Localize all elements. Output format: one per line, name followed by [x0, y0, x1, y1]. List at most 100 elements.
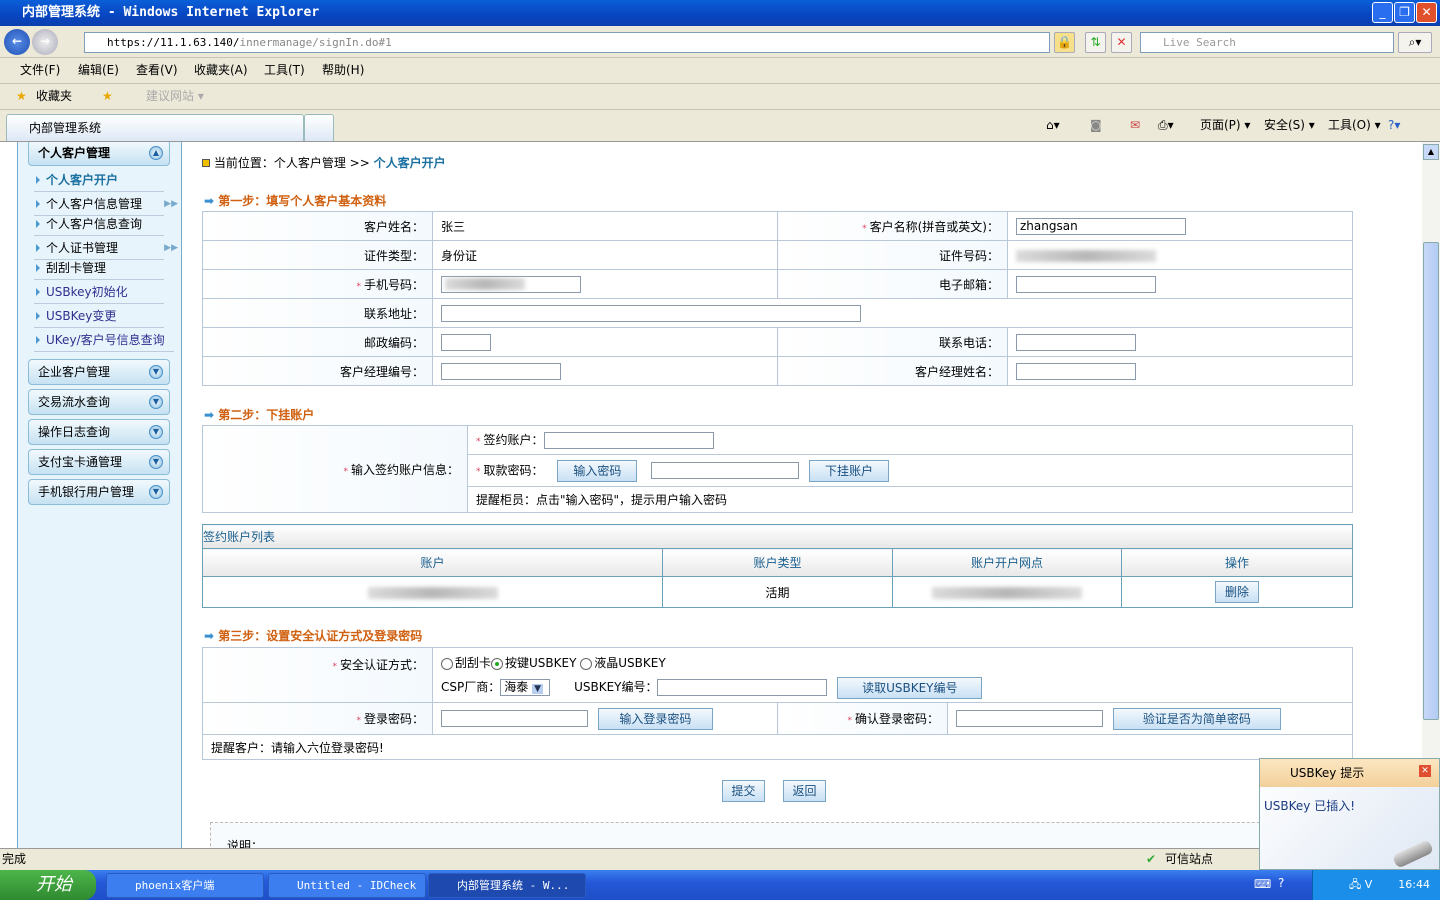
- menu-favorites[interactable]: 收藏夹(A): [194, 58, 248, 82]
- name-value: 张三: [432, 211, 778, 241]
- sidebar-item-info-query[interactable]: 个人客户信息查询: [34, 214, 164, 236]
- name-en-input[interactable]: zhangsan: [1016, 217, 1186, 235]
- stop-button[interactable]: ✕: [1111, 32, 1132, 53]
- tab-active[interactable]: 内部管理系统: [6, 114, 304, 141]
- step2-hint: 提醒柜员：点击"输入密码"，提示用户输入密码: [467, 486, 1353, 513]
- phone-input[interactable]: [1016, 333, 1136, 351]
- sidebar-item-open-account[interactable]: 个人客户开户: [34, 170, 164, 192]
- id-type-value: 身份证: [432, 240, 778, 270]
- feeds-icon[interactable]: ◙: [1090, 118, 1102, 132]
- enter-password-button[interactable]: 输入密码: [557, 459, 638, 482]
- csp-select[interactable]: 海泰 ▼: [500, 679, 551, 696]
- search-button[interactable]: ⌕▾: [1398, 32, 1432, 53]
- scroll-up-button[interactable]: ▲: [1423, 144, 1439, 160]
- sign-account-input[interactable]: [543, 432, 714, 449]
- sidebar-group-alipay[interactable]: 支付宝卡通管理 ▼: [28, 449, 170, 475]
- usb-drive-icon: [1391, 839, 1435, 869]
- vertical-scrollbar[interactable]: ▲: [1422, 142, 1440, 848]
- refresh-button[interactable]: ⇅: [1085, 32, 1106, 53]
- menu-edit[interactable]: 编辑(E): [78, 58, 119, 82]
- email-input[interactable]: [1016, 275, 1156, 293]
- enter-login-password-button[interactable]: 输入登录密码: [597, 707, 713, 730]
- forward-button[interactable]: →: [32, 29, 58, 55]
- sidebar-group-transactions[interactable]: 交易流水查询 ▼: [28, 389, 170, 415]
- address-input[interactable]: [441, 304, 861, 322]
- sidebar-item-ukey-query[interactable]: UKey/客户号信息查询: [34, 330, 174, 352]
- popup-title: USBKey 提示: [1290, 766, 1365, 780]
- read-usbkey-button[interactable]: 读取USBKEY编号: [837, 676, 983, 699]
- notes-box: 说明：: [210, 822, 1360, 848]
- mail-icon[interactable]: ✉: [1130, 118, 1140, 132]
- close-button[interactable]: ✕: [1416, 2, 1437, 23]
- add-favorite-icon[interactable]: ★: [102, 84, 113, 109]
- scroll-thumb[interactable]: [1423, 242, 1439, 720]
- withdraw-password-input[interactable]: [651, 462, 800, 479]
- manager-name-input[interactable]: [1016, 362, 1136, 380]
- radio-lcd-usbkey[interactable]: [580, 657, 593, 670]
- window-title: 内部管理系统 - Windows Internet Explorer: [22, 5, 320, 20]
- sidebar-item-info-manage[interactable]: 个人客户信息管理 ▶▶: [34, 194, 178, 216]
- mobile-input[interactable]: [441, 275, 581, 293]
- favorites-bar: ★ 收藏夹 ★ 建议网站 ▾: [0, 84, 1440, 110]
- step3-hint: 提醒客户：请输入六位登录密码!: [202, 734, 1353, 760]
- back-button[interactable]: ←: [4, 29, 30, 55]
- task-phoenix[interactable]: phoenix客户端: [106, 873, 264, 898]
- safety-menu[interactable]: 安全(S) ▾: [1264, 118, 1315, 132]
- usbkey-notification: USBKey 提示 ✕ USBKey 已插入!: [1259, 758, 1440, 870]
- id-number-value: [1016, 249, 1156, 262]
- menu-view[interactable]: 查看(V): [136, 58, 178, 82]
- sidebar-group-mobile[interactable]: 手机银行用户管理 ▼: [28, 479, 170, 505]
- keyboard-icon[interactable]: ⌨: [1254, 877, 1271, 891]
- sidebar-group-personal[interactable]: 个人客户管理 ▲: [28, 142, 170, 166]
- task-idcheck[interactable]: Untitled - IDCheck: [268, 873, 426, 898]
- zip-input[interactable]: [441, 333, 491, 351]
- help-tray-icon[interactable]: ?: [1278, 876, 1284, 890]
- check-simple-password-button[interactable]: 验证是否为简单密码: [1112, 707, 1281, 730]
- attach-account-button[interactable]: 下挂账户: [809, 459, 889, 482]
- menu-file[interactable]: 文件(F): [20, 58, 60, 82]
- star-icon: ★: [16, 89, 27, 103]
- search-input[interactable]: Live Search: [1140, 32, 1394, 53]
- new-tab-button[interactable]: [304, 114, 334, 141]
- popup-close-icon[interactable]: ✕: [1419, 765, 1431, 777]
- sidebar-group-logs[interactable]: 操作日志查询 ▼: [28, 419, 170, 445]
- task-ie[interactable]: 内部管理系统 - W...: [428, 873, 586, 898]
- confirm-password-input[interactable]: [956, 710, 1103, 727]
- menu-help[interactable]: 帮助(H): [322, 58, 364, 82]
- lock-icon[interactable]: 🔒: [1054, 32, 1075, 53]
- menu-tools[interactable]: 工具(T): [264, 58, 305, 82]
- help-icon[interactable]: ?▾: [1388, 118, 1400, 132]
- suggested-sites-button[interactable]: 建议网站 ▾: [146, 84, 204, 109]
- sidebar-item-cert[interactable]: 个人证书管理 ▶▶: [34, 238, 178, 260]
- table-row: 活期 删除: [202, 576, 1353, 608]
- step2-title: 第二步：下挂账户: [204, 406, 314, 423]
- delete-button[interactable]: 删除: [1215, 581, 1259, 603]
- page-menu[interactable]: 页面(P) ▾: [1200, 118, 1250, 132]
- favorites-button[interactable]: 收藏夹: [36, 84, 72, 109]
- print-icon[interactable]: ⎙▾: [1158, 118, 1174, 132]
- menu-bar: 文件(F) 编辑(E) 查看(V) 收藏夹(A) 工具(T) 帮助(H): [0, 58, 1440, 84]
- login-password-input[interactable]: [441, 710, 588, 727]
- maximize-button[interactable]: ❐: [1394, 2, 1415, 23]
- start-button[interactable]: 开始: [0, 870, 96, 900]
- tools-menu[interactable]: 工具(O) ▾: [1328, 118, 1381, 132]
- usbkey-number-input[interactable]: [657, 679, 828, 696]
- back-page-button[interactable]: 返回: [783, 780, 826, 802]
- sidebar-item-usbkey-change[interactable]: USBKey变更: [34, 306, 164, 328]
- security-zone[interactable]: 可信站点: [1165, 849, 1213, 870]
- submit-button[interactable]: 提交: [722, 780, 765, 802]
- manager-no-input[interactable]: [441, 362, 561, 380]
- basic-info-form: 客户姓名： 张三 * 客户名称(拼音或英文)： zhangsan 证件类型： 身份证 证…: [202, 211, 1353, 386]
- radio-scratch-card[interactable]: [441, 657, 453, 670]
- sidebar-item-usbkey-init[interactable]: USBkey初始化: [34, 282, 164, 304]
- radio-key-usbkey[interactable]: [491, 657, 504, 670]
- minimize-button[interactable]: _: [1372, 2, 1393, 23]
- security-form: * 安全认证方式： 刮刮卡 按键USBKEY 液晶USBKEY CSP厂商： 海泰 ▼…: [202, 647, 1353, 760]
- account-list-table: 签约账户列表 账户 账户类型 账户开户网点 操作 活期 删除: [202, 524, 1353, 608]
- sidebar-item-scratch-card[interactable]: 刮刮卡管理: [34, 258, 164, 280]
- page-content: 个人客户管理 ▲ 个人客户开户 个人客户信息管理 ▶▶ 个人客户信息查询 个人证书管…: [0, 142, 1422, 848]
- name-label: 客户姓名：: [202, 211, 433, 241]
- home-icon[interactable]: ⌂▾: [1046, 118, 1060, 132]
- sidebar-group-enterprise[interactable]: 企业客户管理 ▼: [28, 359, 170, 385]
- address-bar[interactable]: https://11.1.63.140/innermanage/signIn.d…: [84, 32, 1050, 53]
